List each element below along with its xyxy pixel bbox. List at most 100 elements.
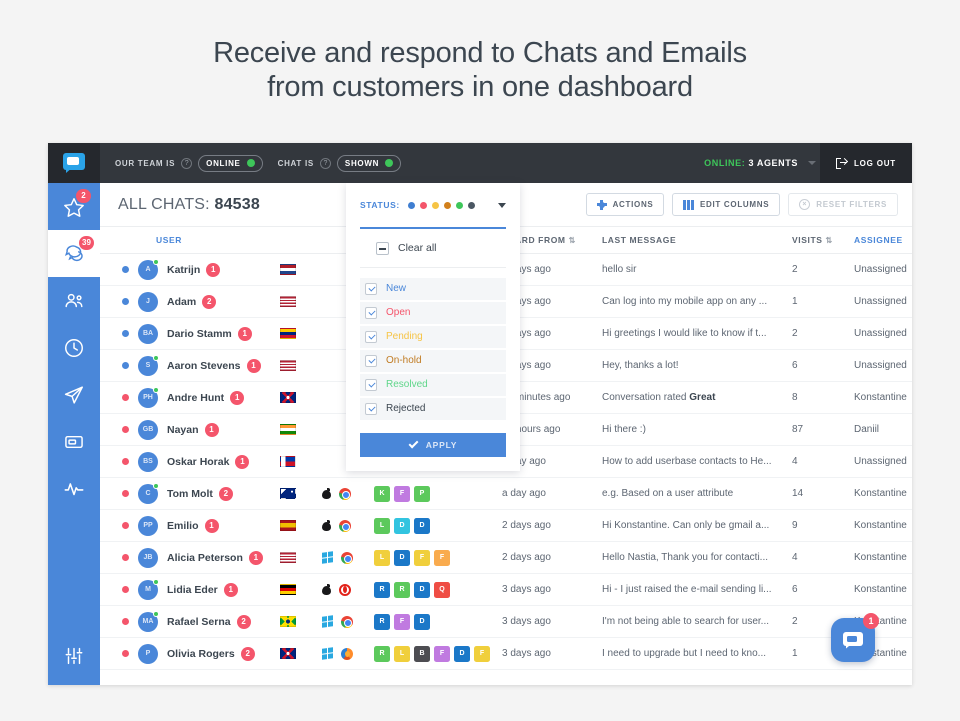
help-icon[interactable]: ?: [181, 157, 193, 169]
status-dot-icon: [122, 426, 129, 433]
table-row[interactable]: MA Rafael Serna 2 R F D 3 days ago I'm not bein…: [100, 606, 912, 638]
tag-chip[interactable]: F: [394, 485, 410, 502]
checkbox-icon[interactable]: [365, 378, 377, 391]
chat-status-toggle[interactable]: SHOWN: [336, 154, 402, 172]
status-filter-header[interactable]: STATUS:: [346, 183, 520, 227]
tag-chip[interactable]: D: [414, 613, 430, 630]
sidebar-item-activity[interactable]: [48, 465, 100, 512]
chat-bubble-icon: [843, 631, 863, 649]
sidebar-item-history[interactable]: [48, 324, 100, 371]
tag-chip[interactable]: D: [394, 549, 410, 566]
tag-chip[interactable]: F: [394, 613, 410, 630]
tag-chip[interactable]: R: [374, 613, 390, 630]
column-header-visits[interactable]: VISITS ⇅: [792, 235, 854, 245]
tag-chip[interactable]: P: [414, 485, 430, 502]
status-option-open[interactable]: Open: [360, 301, 506, 324]
column-header-last-message[interactable]: LAST MESSAGE: [602, 235, 792, 245]
sidebar-item-people[interactable]: [48, 277, 100, 324]
avatar: M: [138, 578, 159, 600]
country-cell: [280, 295, 322, 307]
status-option-resolved[interactable]: Resolved: [360, 373, 506, 396]
tag-chip[interactable]: L: [394, 645, 410, 662]
tag-chip[interactable]: R: [394, 581, 410, 598]
settings-sliders-icon: [65, 647, 83, 664]
device-icons: [322, 487, 374, 500]
flag-ph-icon: [280, 455, 296, 467]
unread-badge: 1: [230, 390, 245, 405]
last-message-cell: hello sir: [602, 264, 792, 275]
tag-chip[interactable]: D: [454, 645, 470, 662]
tag-chip[interactable]: D: [414, 581, 430, 598]
table-row[interactable]: PP Emilio 1 L D D 2 days ago Hi Konstantine. Ca…: [100, 510, 912, 542]
tag-chip[interactable]: L: [374, 517, 390, 534]
user-cell: JB Alicia Peterson 1: [100, 547, 280, 568]
column-header-assignee[interactable]: ASSIGNEE: [854, 235, 912, 245]
reset-filters-button[interactable]: × RESET FILTERS: [788, 193, 898, 216]
last-message-cell: e.g. Based on a user attribute: [602, 488, 792, 499]
country-cell: [280, 647, 322, 659]
apply-button[interactable]: APPLY: [360, 432, 506, 457]
chat-widget-button[interactable]: 1: [831, 613, 879, 662]
checkbox-icon[interactable]: [365, 402, 377, 415]
status-option-on-hold[interactable]: On-hold: [360, 349, 506, 372]
status-dot-icon: [122, 618, 129, 625]
checkbox-icon[interactable]: [365, 306, 377, 319]
tag-chip[interactable]: D: [394, 517, 410, 534]
actions-button[interactable]: ACTIONS: [585, 193, 665, 216]
status-option-rejected[interactable]: Rejected: [360, 397, 506, 420]
last-message-text: Hey, thanks a lot!: [602, 360, 679, 371]
status-option-label: Pending: [386, 331, 423, 342]
user-cell: J Adam 2: [100, 291, 280, 312]
last-message-cell: I'm not being able to search for user...: [602, 616, 792, 627]
tag-chip[interactable]: K: [374, 485, 390, 502]
avatar-initials: A: [145, 266, 151, 273]
tags-cell: RRDQ: [374, 581, 502, 598]
sidebar-item-settings[interactable]: [48, 632, 100, 679]
edit-columns-button[interactable]: EDIT COLUMNS: [672, 193, 781, 216]
checkbox-icon[interactable]: [365, 282, 377, 295]
app-logo[interactable]: [48, 143, 100, 183]
last-message-text: Hi - I just raised the e-mail sending li…: [602, 584, 772, 595]
chat-logo-icon: [63, 153, 85, 173]
tag-chip[interactable]: F: [414, 549, 430, 566]
status-dot-icon: [122, 586, 129, 593]
team-status-toggle[interactable]: ONLINE: [198, 154, 263, 172]
tag-chip[interactable]: D: [414, 517, 430, 534]
column-header-user[interactable]: USER: [100, 235, 280, 245]
status-option-pending[interactable]: Pending: [360, 325, 506, 348]
country-cell: [280, 487, 322, 499]
clear-all-option[interactable]: Clear all: [360, 229, 506, 268]
help-icon[interactable]: ?: [319, 157, 331, 169]
tag-chip[interactable]: B: [414, 645, 430, 662]
avatar-initials: M: [145, 586, 151, 593]
heard-from-cell: 3 days ago: [502, 616, 551, 627]
tag-chip[interactable]: R: [374, 645, 390, 662]
tag-chip[interactable]: F: [474, 645, 490, 662]
sidebar-item-archive[interactable]: [48, 418, 100, 465]
sidebar-item-star[interactable]: 2: [48, 183, 100, 230]
tag-chip[interactable]: L: [374, 549, 390, 566]
status-filter-dropdown: STATUS: Clear all New Open Pending On-hold R…: [346, 183, 520, 471]
heard-from-cell: 3 days ago: [502, 648, 551, 659]
sidebar-item-send[interactable]: [48, 371, 100, 418]
status-dot-icon: [122, 554, 129, 561]
table-row[interactable]: C Tom Molt 2 K F Pa day ago e.g. Based on a us…: [100, 478, 912, 510]
online-agents-dropdown[interactable]: ONLINE: 3 AGENTS: [704, 158, 820, 168]
checkbox-icon[interactable]: [365, 330, 377, 343]
status-option-new[interactable]: New: [360, 277, 506, 300]
table-row[interactable]: P Olivia Rogers 2 R L B F D F 3 days ago I need to…: [100, 638, 912, 670]
sidebar-item-chats[interactable]: 39: [48, 230, 100, 277]
assignee-cell: Konstantine: [854, 488, 907, 499]
sidebar-user-avatar[interactable]: [48, 679, 100, 685]
tag-chip[interactable]: R: [374, 581, 390, 598]
status-dot-icon: [385, 159, 394, 167]
checkbox-icon[interactable]: [365, 354, 377, 367]
table-row[interactable]: M Lidia Eder 1 R R D Q 3 days ago Hi - I just ra…: [100, 574, 912, 606]
apple-icon: [322, 488, 331, 499]
table-row[interactable]: JB Alicia Peterson 1 L D F F 2 days ago Hello Na…: [100, 542, 912, 574]
status-dot-icon: [122, 394, 129, 401]
tag-chip[interactable]: F: [434, 645, 450, 662]
tag-chip[interactable]: Q: [434, 581, 450, 598]
logout-button[interactable]: LOG OUT: [819, 143, 912, 183]
tag-chip[interactable]: F: [434, 549, 450, 566]
